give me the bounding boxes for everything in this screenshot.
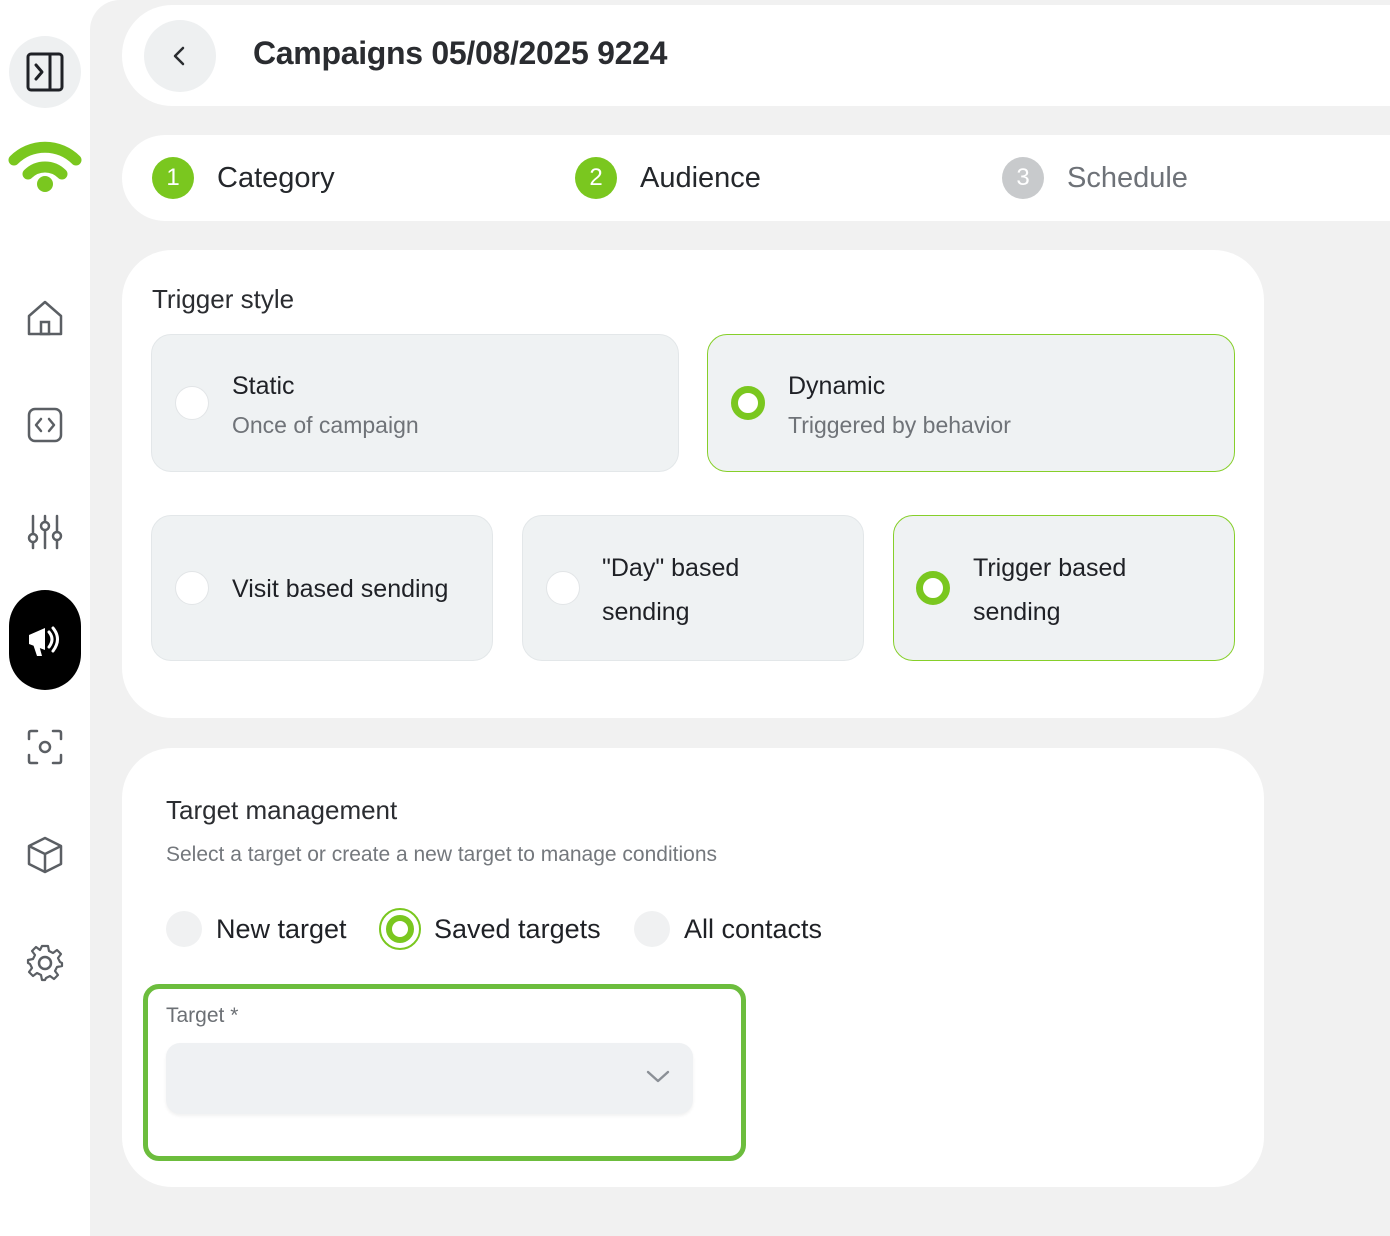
sidebar-item-home[interactable] — [9, 282, 81, 354]
step-category[interactable]: 1 Category — [152, 157, 335, 199]
step-audience[interactable]: 2 Audience — [575, 157, 761, 199]
settings-icon — [26, 944, 64, 982]
option-visit-based[interactable]: Visit based sending — [151, 515, 493, 661]
choice-saved-targets[interactable]: Saved targets — [379, 908, 601, 950]
sidebar — [0, 0, 90, 1236]
option-title: Dynamic — [788, 372, 886, 400]
megaphone-icon — [29, 626, 59, 656]
step-number: 1 — [152, 157, 194, 199]
page-header: Campaigns 05/08/2025 9224 — [122, 5, 1390, 106]
trigger-style-title: Trigger style — [152, 284, 295, 314]
step-label: Schedule — [1067, 161, 1188, 194]
option-label: Visit based sending — [232, 575, 449, 603]
sidebar-toggle-button[interactable] — [9, 36, 81, 108]
radio-static[interactable] — [175, 386, 209, 420]
radio-saved-targets[interactable] — [379, 908, 421, 950]
target-select[interactable] — [166, 1043, 693, 1114]
step-number: 2 — [575, 157, 617, 199]
option-trigger-based[interactable]: Trigger based sending — [893, 515, 1235, 661]
option-day-based[interactable]: "Day" based sending — [522, 515, 864, 661]
wifi-logo-icon — [8, 141, 82, 192]
option-label-line2: sending — [602, 598, 690, 626]
scan-icon — [27, 729, 63, 765]
choice-label: New target — [216, 913, 347, 944]
sidebar-item-campaigns[interactable] — [9, 590, 81, 690]
option-subtitle: Once of campaign — [232, 412, 419, 438]
option-label-line2: sending — [973, 598, 1061, 626]
sliders-icon — [27, 514, 63, 550]
option-label-line1: "Day" based — [602, 554, 740, 582]
sidebar-item-settings[interactable] — [9, 927, 81, 999]
step-label: Audience — [640, 161, 761, 194]
chevron-down-icon — [646, 1070, 670, 1083]
home-icon — [27, 300, 63, 336]
sidebar-item-code[interactable] — [9, 389, 81, 461]
cube-icon — [27, 836, 63, 874]
sidebar-item-products[interactable] — [9, 819, 81, 891]
choice-label: All contacts — [684, 913, 823, 944]
back-button[interactable] — [144, 20, 216, 92]
step-number: 3 — [1002, 157, 1044, 199]
step-label: Category — [217, 161, 335, 194]
choice-label: Saved targets — [434, 913, 601, 944]
target-management-title: Target management — [166, 795, 398, 825]
option-static[interactable]: Static Once of campaign — [151, 334, 679, 472]
radio-trigger-based[interactable] — [916, 571, 950, 605]
option-dynamic[interactable]: Dynamic Triggered by behavior — [707, 334, 1235, 472]
radio-new-target[interactable] — [166, 911, 202, 947]
step-schedule[interactable]: 3 Schedule — [1002, 157, 1188, 199]
stepper: 1 Category 2 Audience 3 Schedule — [122, 135, 1390, 221]
option-title: Static — [232, 372, 295, 400]
target-management-subtitle: Select a target or create a new target t… — [166, 843, 717, 866]
radio-dynamic[interactable] — [731, 386, 765, 420]
sidebar-expand-icon — [26, 52, 64, 92]
radio-all-contacts[interactable] — [634, 911, 670, 947]
option-subtitle: Triggered by behavior — [788, 412, 1011, 438]
brand-logo — [8, 132, 82, 198]
code-icon — [27, 407, 63, 443]
page-title: Campaigns 05/08/2025 9224 — [253, 35, 668, 71]
radio-visit-based[interactable] — [175, 571, 209, 605]
chevron-left-icon — [173, 46, 185, 66]
option-label-line1: Trigger based — [973, 554, 1127, 582]
radio-day-based[interactable] — [546, 571, 580, 605]
sidebar-item-sliders[interactable] — [9, 496, 81, 568]
choice-new-target[interactable]: New target — [166, 908, 347, 950]
sidebar-item-scan[interactable] — [9, 711, 81, 783]
choice-all-contacts[interactable]: All contacts — [634, 908, 822, 950]
target-field-label: Target * — [166, 1004, 239, 1027]
